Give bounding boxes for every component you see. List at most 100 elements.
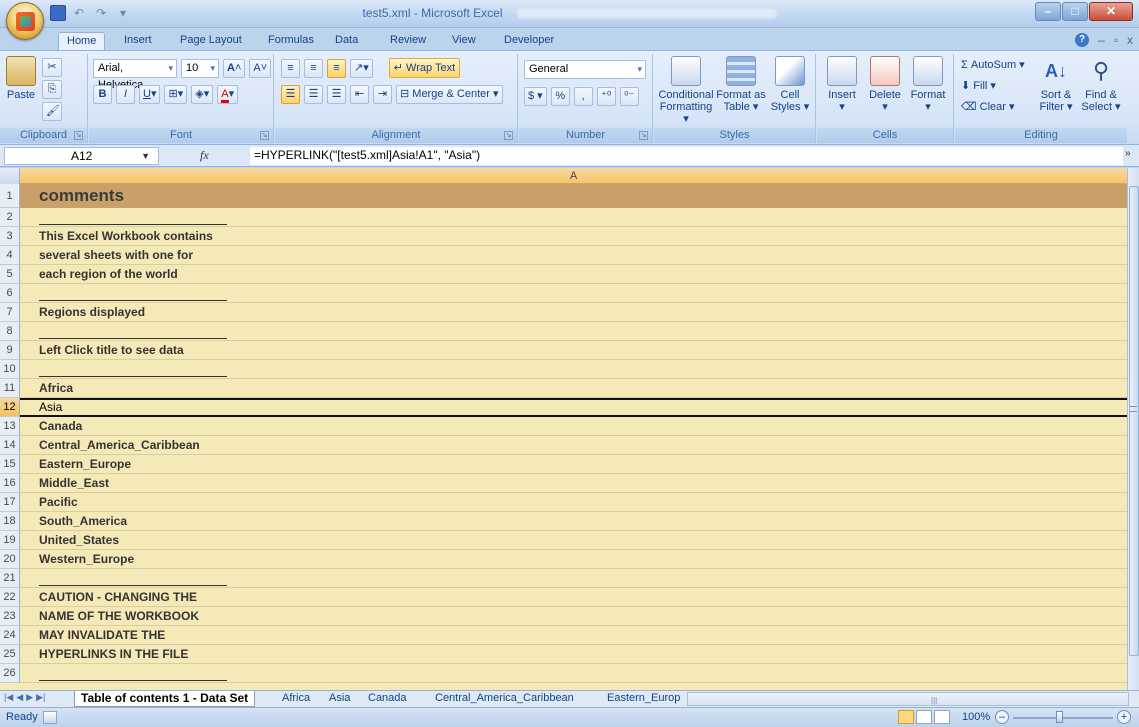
shrink-font-icon[interactable]: A˅ — [249, 58, 272, 78]
vertical-scrollbar[interactable] — [1127, 168, 1139, 690]
cell-styles-button[interactable]: Cell Styles ▾ — [768, 56, 812, 113]
cell-a11[interactable]: Africa — [20, 379, 1127, 398]
tab-developer[interactable]: Developer — [496, 32, 562, 50]
alignment-launcher-icon[interactable]: ↘ — [504, 131, 513, 140]
cell-a16[interactable]: Middle_East — [20, 474, 1127, 493]
cut-icon[interactable]: ✂ — [42, 58, 62, 77]
column-header-a[interactable]: A — [20, 168, 1127, 184]
decrease-decimal-icon[interactable]: ⁰⁻ — [619, 86, 639, 106]
cell-a22[interactable]: CAUTION - CHANGING THE — [20, 588, 1127, 607]
maximize-button[interactable]: □ — [1062, 2, 1088, 21]
increase-decimal-icon[interactable]: ⁺⁰ — [596, 86, 616, 106]
number-format-combo[interactable]: General ▾ — [524, 60, 646, 79]
row-number[interactable]: 17 — [0, 493, 20, 512]
orientation-icon[interactable]: ↗▾ — [350, 58, 373, 78]
cell-a25[interactable]: HYPERLINKS IN THE FILE — [20, 645, 1127, 664]
formula-input[interactable]: =HYPERLINK("[test5.xml]Asia!A1", "Asia") — [250, 147, 1123, 165]
sheet-tab-africa[interactable]: Africa — [276, 691, 316, 707]
delete-cells-button[interactable]: Delete ▾ — [865, 56, 905, 113]
clear-button[interactable]: ⌫ Clear ▾ — [961, 100, 1015, 113]
cell-a7[interactable]: Regions displayed — [20, 303, 1127, 322]
ribbon-minimize-icon[interactable]: – — [1098, 33, 1105, 47]
ribbon-close-icon[interactable]: x — [1127, 33, 1133, 47]
vertical-scroll-thumb[interactable] — [1129, 186, 1139, 656]
row-number[interactable]: 18 — [0, 512, 20, 531]
cell-a14[interactable]: Central_America_Caribbean — [20, 436, 1127, 455]
italic-button[interactable]: I — [116, 84, 135, 104]
row-number[interactable]: 14 — [0, 436, 20, 455]
zoom-slider[interactable] — [1013, 717, 1113, 719]
office-button[interactable] — [6, 2, 44, 40]
align-left-icon[interactable]: ☰ — [281, 84, 300, 104]
wrap-text-button[interactable]: ↵ Wrap Text — [388, 58, 461, 78]
cell-a9[interactable]: Left Click title to see data — [20, 341, 1127, 360]
merge-center-button[interactable]: ⊟ Merge & Center ▾ — [396, 84, 503, 104]
tab-formulas[interactable]: Formulas — [260, 32, 322, 50]
page-layout-view-icon[interactable] — [916, 710, 932, 724]
tab-review[interactable]: Review — [382, 32, 434, 50]
zoom-slider-thumb[interactable] — [1056, 711, 1063, 723]
horizontal-scrollbar[interactable]: ||| — [687, 692, 1129, 706]
row-number[interactable]: 12 — [0, 398, 20, 417]
macro-record-icon[interactable] — [43, 711, 57, 724]
bold-button[interactable]: B — [93, 84, 112, 104]
comma-button[interactable]: , — [573, 86, 593, 106]
cell-a20[interactable]: Western_Europe — [20, 550, 1127, 569]
row-number[interactable]: 2 — [0, 208, 20, 227]
font-launcher-icon[interactable]: ↘ — [260, 131, 269, 140]
zoom-out-icon[interactable]: – — [995, 710, 1009, 724]
row-number[interactable]: 11 — [0, 379, 20, 398]
minimize-button[interactable]: – — [1035, 2, 1061, 21]
percent-button[interactable]: % — [550, 86, 570, 106]
clipboard-launcher-icon[interactable]: ↘ — [74, 131, 83, 140]
tab-insert[interactable]: Insert — [116, 32, 160, 50]
align-middle-icon[interactable]: ≡ — [304, 58, 323, 78]
copy-icon[interactable]: ⎘ — [42, 80, 62, 99]
format-as-table-button[interactable]: Format as Table ▾ — [716, 56, 766, 113]
sheet-tab-asia[interactable]: Asia — [323, 691, 356, 707]
cell-a23[interactable]: NAME OF THE WORKBOOK — [20, 607, 1127, 626]
zoom-level[interactable]: 100% — [962, 711, 990, 723]
cell-a5[interactable]: each region of the world — [20, 265, 1127, 284]
row-number[interactable]: 23 — [0, 607, 20, 626]
cell-a12[interactable]: Asia — [20, 398, 1127, 417]
row-number[interactable]: 21 — [0, 569, 20, 588]
row-number[interactable]: 25 — [0, 645, 20, 664]
currency-button[interactable]: $ ▾ — [524, 86, 547, 106]
page-break-view-icon[interactable] — [934, 710, 950, 724]
sheet-tab-central-america-caribbean[interactable]: Central_America_Caribbean — [429, 691, 580, 707]
cell-a3[interactable]: This Excel Workbook contains — [20, 227, 1127, 246]
tab-data[interactable]: Data — [327, 32, 366, 50]
borders-icon[interactable]: ⊞▾ — [164, 84, 188, 104]
row-number[interactable]: 16 — [0, 474, 20, 493]
autosum-button[interactable]: Σ AutoSum ▾ — [961, 58, 1025, 71]
paste-button[interactable]: Paste — [4, 56, 38, 101]
row-number[interactable]: 5 — [0, 265, 20, 284]
underline-button[interactable]: U▾ — [139, 84, 161, 104]
row-number[interactable]: 9 — [0, 341, 20, 360]
expand-formula-bar-icon[interactable]: » — [1125, 148, 1137, 159]
format-cells-button[interactable]: Format ▾ — [907, 56, 949, 113]
align-top-icon[interactable]: ≡ — [281, 58, 300, 78]
grow-font-icon[interactable]: A˄ — [223, 58, 246, 78]
cell-a18[interactable]: South_America — [20, 512, 1127, 531]
row-number[interactable]: 1 — [0, 184, 20, 208]
select-all-corner[interactable] — [0, 168, 20, 184]
row-number[interactable]: 6 — [0, 284, 20, 303]
worksheet-grid[interactable]: A 1 comments 2 3 This Excel Workbook contain… — [0, 168, 1139, 690]
row-number[interactable]: 8 — [0, 322, 20, 341]
cell-a13[interactable]: Canada — [20, 417, 1127, 436]
cell-a1[interactable]: comments — [20, 184, 1127, 208]
row-number[interactable]: 4 — [0, 246, 20, 265]
row-number[interactable]: 20 — [0, 550, 20, 569]
help-icon[interactable]: ? — [1075, 33, 1090, 47]
last-sheet-icon[interactable]: ▶| — [36, 692, 45, 703]
close-button[interactable]: ✕ — [1089, 2, 1133, 21]
row-number[interactable]: 10 — [0, 360, 20, 379]
row-number[interactable]: 22 — [0, 588, 20, 607]
cell-a19[interactable]: United_States — [20, 531, 1127, 550]
row-number[interactable]: 19 — [0, 531, 20, 550]
row-number[interactable]: 26 — [0, 664, 20, 683]
cell-a4[interactable]: several sheets with one for — [20, 246, 1127, 265]
insert-cells-button[interactable]: Insert ▾ — [823, 56, 861, 113]
